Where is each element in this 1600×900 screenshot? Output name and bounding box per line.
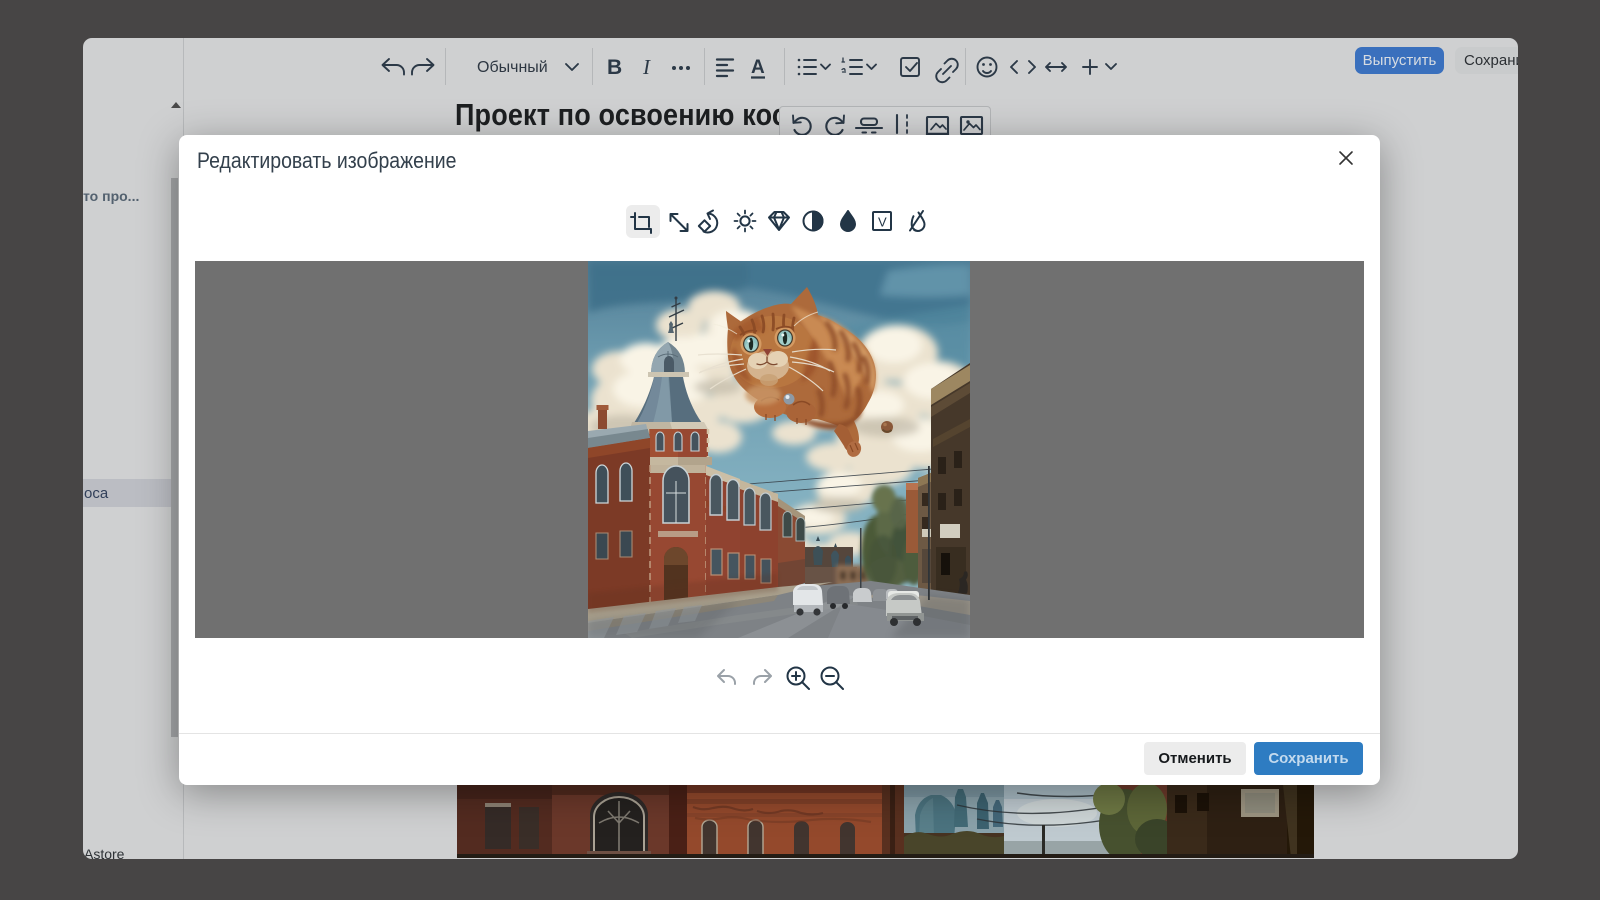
svg-text:I: I [642, 55, 651, 79]
svg-text:Обычный: Обычный [477, 59, 548, 76]
svg-text:B: B [607, 56, 622, 79]
svg-text:A: A [751, 57, 765, 78]
svg-text:V: V [878, 215, 887, 230]
